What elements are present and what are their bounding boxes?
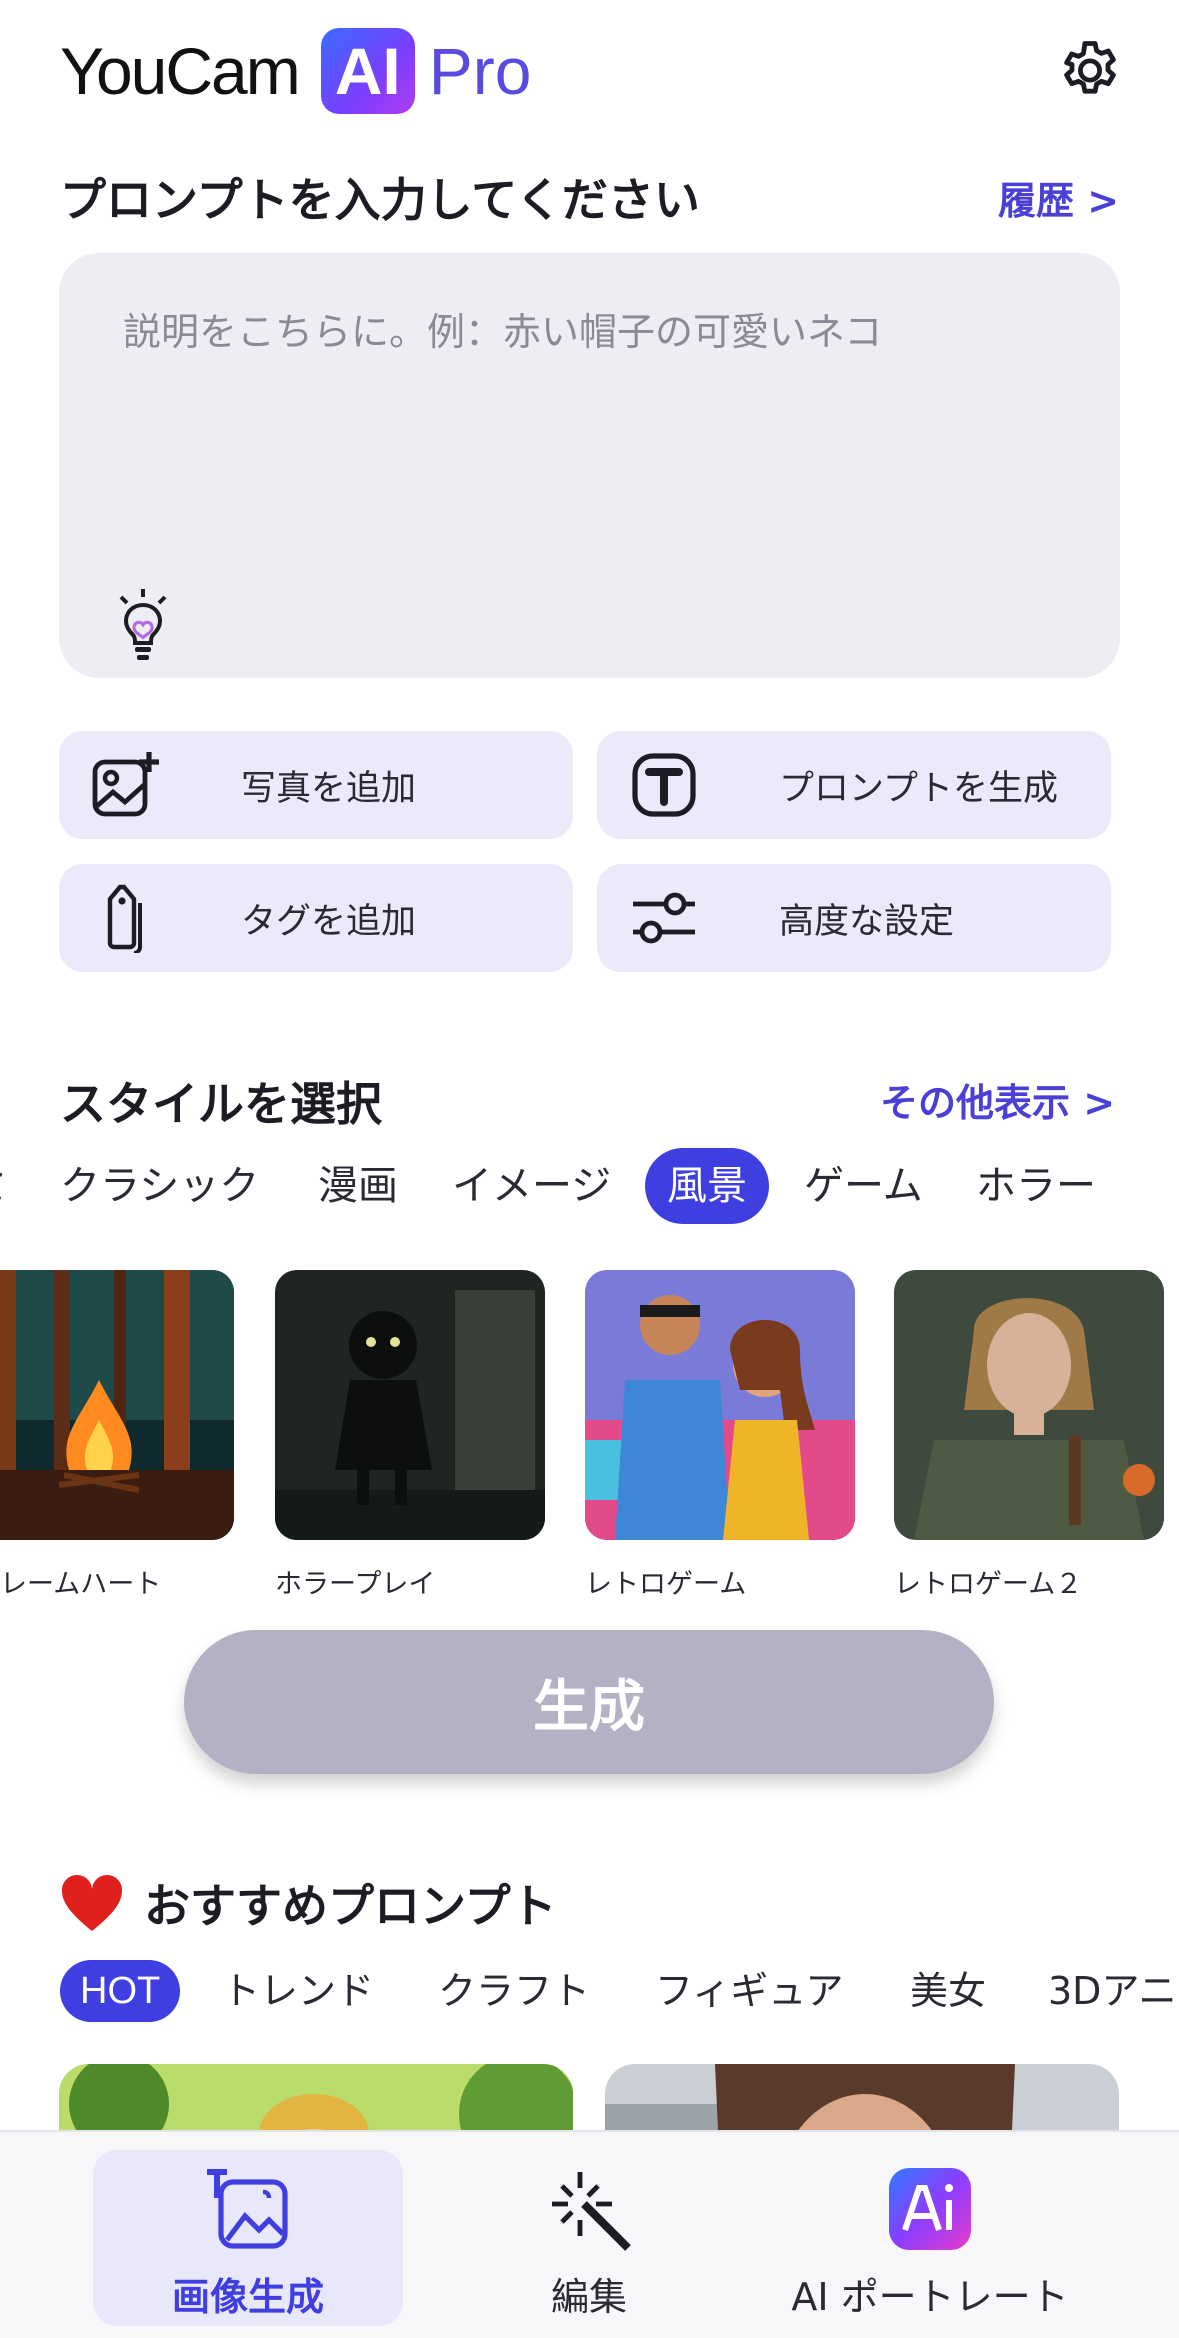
style-tab-horror[interactable]: ホラー — [976, 1148, 1096, 1224]
settings-gear-icon[interactable] — [1054, 36, 1126, 108]
style-tab-classic[interactable]: クラシック — [60, 1148, 259, 1224]
image-generate-icon — [207, 2169, 288, 2249]
style-label-retro-game-2: レトロゲーム２ — [894, 1569, 1083, 1600]
style-thumbnail-flame-heart[interactable] — [0, 1270, 234, 1540]
tab-edit[interactable]: 編集 — [434, 2150, 744, 2326]
recommended-title: おすすめプロンプト — [144, 1879, 557, 1933]
rec-tab-figure[interactable]: フィギュア — [655, 1960, 843, 2022]
prompt-input[interactable]: 説明をこちらに。例：赤い帽子の可愛いネコ — [59, 253, 1120, 678]
generate-prompt-label: プロンプトを生成 — [779, 768, 1058, 809]
style-thumbnail-retro-game-2[interactable] — [894, 1270, 1164, 1540]
add-tag-label: タグを追加 — [241, 901, 417, 942]
rec-tab-hot[interactable]: HOT — [60, 1960, 181, 2022]
tab-edit-label: 編集 — [550, 2275, 627, 2319]
rec-tab-craft[interactable]: クラフト — [438, 1960, 590, 2022]
app-logo: YouCam AI Pro — [60, 26, 531, 116]
add-photo-label: 写真を追加 — [241, 768, 417, 809]
advanced-settings-label: 高度な設定 — [779, 901, 955, 942]
logo-badge-ai: AI — [320, 28, 415, 114]
add-tag-button[interactable]: タグを追加 — [59, 864, 573, 972]
logo-text-pro: Pro — [428, 34, 532, 108]
history-link[interactable]: 履歴 > — [998, 170, 1119, 225]
advanced-settings-button[interactable]: 高度な設定 — [597, 864, 1111, 972]
logo-text-youcam: YouCam — [60, 34, 301, 108]
tab-image-generate[interactable]: 画像生成 — [93, 2150, 403, 2326]
style-tab-game[interactable]: ゲーム — [804, 1148, 923, 1224]
sliders-icon — [629, 883, 699, 953]
tag-icon — [91, 883, 161, 953]
tab-ai-portrait-label: AI ポートレート — [791, 2275, 1069, 2319]
generate-button[interactable]: 生成 — [184, 1630, 994, 1774]
style-tab-landscape[interactable]: 風景 — [645, 1148, 769, 1224]
add-photo-button[interactable]: 写真を追加 — [59, 731, 573, 839]
recommended-category-tabs: HOT トレンド クラフト フィギュア 美女 3Dアニ — [0, 1960, 1179, 2026]
prompt-placeholder: 説明をこちらに。例：赤い帽子の可愛いネコ — [123, 310, 883, 354]
rec-tab-trend[interactable]: トレンド — [222, 1960, 374, 2022]
generate-prompt-button[interactable]: プロンプトを生成 — [597, 731, 1111, 839]
style-label-horror-play: ホラープレイ — [275, 1569, 436, 1600]
style-tab-image[interactable]: イメージ — [452, 1148, 611, 1224]
rec-tab-beauty[interactable]: 美女 — [910, 1960, 986, 2022]
add-photo-icon — [91, 750, 161, 820]
bottom-tab-bar: 画像生成 編集 AI ポートレート — [0, 2130, 1179, 2338]
tab-ai-portrait[interactable]: AI ポートレート — [775, 2150, 1085, 2326]
ai-portrait-icon — [889, 2168, 971, 2250]
magic-wand-icon — [552, 2172, 631, 2251]
show-more-styles-link[interactable]: その他表示 > — [880, 1072, 1115, 1127]
style-thumbnail-horror-play[interactable] — [275, 1270, 545, 1540]
tab-image-generate-label: 画像生成 — [171, 2275, 324, 2319]
style-label-flame-heart: レームハート — [0, 1569, 162, 1600]
style-label-retro-game: レトロゲーム — [585, 1569, 747, 1600]
style-tab-manga[interactable]: 漫画 — [318, 1148, 398, 1224]
lightbulb-icon[interactable] — [115, 589, 171, 661]
style-category-tabs: ミ クラシック 漫画 イメージ 風景 ゲーム ホラー — [0, 1148, 1179, 1228]
style-section-title: スタイルを選択 — [60, 1077, 382, 1131]
style-tab-partial[interactable]: ミ — [0, 1148, 10, 1224]
text-t-icon — [629, 750, 699, 820]
style-thumbnail-retro-game[interactable] — [585, 1270, 855, 1540]
heart-icon — [61, 1874, 123, 1931]
prompt-section-title: プロンプトを入力してください — [60, 173, 700, 227]
recommended-header: おすすめプロンプト — [60, 1870, 557, 1936]
rec-tab-3d-anime[interactable]: 3Dアニ — [1048, 1960, 1177, 2022]
